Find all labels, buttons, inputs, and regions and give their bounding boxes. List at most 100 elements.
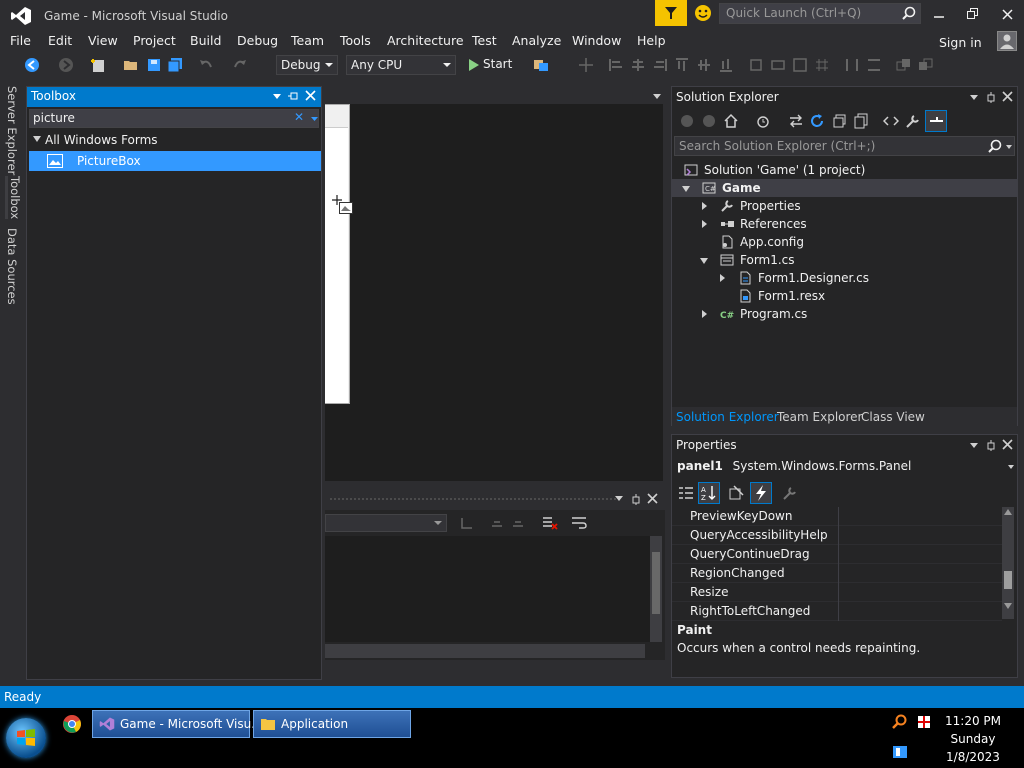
- pending-changes-filter-icon[interactable]: [756, 113, 772, 129]
- collapse-all-icon[interactable]: [832, 113, 848, 129]
- properties-wrench-icon[interactable]: [905, 113, 921, 129]
- solution-config-dropdown[interactable]: Debug: [276, 55, 338, 75]
- menu-build[interactable]: Build: [190, 33, 221, 48]
- alphabetical-icon[interactable]: AZ: [698, 482, 720, 504]
- pin-icon[interactable]: [985, 439, 997, 451]
- home-icon[interactable]: [723, 113, 739, 129]
- property-row[interactable]: QueryAccessibilityHelp: [672, 526, 1002, 545]
- expander-closed-icon[interactable]: [702, 220, 707, 228]
- sign-in-link[interactable]: Sign in: [939, 35, 982, 50]
- tree-row-references[interactable]: References: [672, 215, 1017, 233]
- scroll-up-icon[interactable]: [1004, 509, 1012, 515]
- undo-icon[interactable]: [198, 57, 214, 73]
- clear-all-icon[interactable]: [542, 515, 558, 531]
- menu-test[interactable]: Test: [472, 33, 497, 48]
- events-lightning-icon[interactable]: [750, 482, 772, 504]
- tree-row-form1[interactable]: Form1.cs: [672, 251, 1017, 269]
- align-tops-icon[interactable]: [674, 57, 690, 73]
- tree-row-app-config[interactable]: App.config: [672, 233, 1017, 251]
- tray-clock[interactable]: 11:20 PM Sunday 1/8/2023: [940, 712, 1006, 766]
- make-same-height-icon[interactable]: [770, 57, 786, 73]
- categorized-icon[interactable]: [678, 485, 694, 501]
- window-position-icon[interactable]: [273, 94, 281, 99]
- menu-team[interactable]: Team: [291, 33, 324, 48]
- menu-analyze[interactable]: Analyze: [512, 33, 561, 48]
- tree-row-program[interactable]: C# Program.cs: [672, 305, 1017, 323]
- pin-icon[interactable]: [630, 493, 642, 505]
- taskbar-button-visual-studio[interactable]: Game - Microsoft Visu...: [92, 710, 263, 738]
- pin-icon[interactable]: [287, 90, 299, 102]
- window-position-icon[interactable]: [970, 443, 978, 448]
- expander-open-icon[interactable]: [700, 258, 708, 264]
- tab-server-explorer[interactable]: Server Explorer: [5, 86, 19, 175]
- search-tray-icon[interactable]: [892, 714, 908, 730]
- clear-search-icon[interactable]: ✕: [294, 110, 306, 124]
- properties-view-icon[interactable]: [728, 485, 744, 501]
- align-lefts-icon[interactable]: [608, 57, 624, 73]
- menu-debug[interactable]: Debug: [237, 33, 278, 48]
- drag-grip[interactable]: [329, 497, 619, 501]
- tab-solution-explorer[interactable]: Solution Explorer: [676, 410, 779, 424]
- refresh-icon[interactable]: [809, 113, 825, 129]
- search-icon[interactable]: [902, 6, 916, 20]
- make-same-width-icon[interactable]: [748, 57, 764, 73]
- window-position-icon[interactable]: [970, 95, 978, 100]
- view-code-icon[interactable]: [883, 113, 899, 129]
- menu-edit[interactable]: Edit: [48, 33, 72, 48]
- expander-closed-icon[interactable]: [702, 310, 707, 318]
- menu-architecture[interactable]: Architecture: [387, 33, 464, 48]
- start-button[interactable]: [6, 718, 46, 758]
- document-menu-icon[interactable]: [653, 94, 661, 99]
- scrollbar-thumb[interactable]: [652, 552, 660, 614]
- menu-window[interactable]: Window: [572, 33, 621, 48]
- designer-canvas[interactable]: [325, 104, 663, 481]
- bring-to-front-icon[interactable]: [896, 57, 912, 73]
- visual-studio-logo-icon[interactable]: [10, 6, 32, 26]
- previous-message-icon[interactable]: [490, 516, 504, 530]
- panel-control[interactable]: [325, 127, 348, 403]
- tree-row-solution[interactable]: Solution 'Game' (1 project): [672, 161, 1017, 179]
- menu-project[interactable]: Project: [133, 33, 176, 48]
- redo-icon[interactable]: [232, 57, 248, 73]
- expander-closed-icon[interactable]: [720, 274, 725, 282]
- tree-row-form1-resx[interactable]: Form1.resx: [672, 287, 1017, 305]
- menu-file[interactable]: File: [10, 33, 31, 48]
- expander-open-icon[interactable]: [682, 186, 690, 192]
- solution-explorer-search-input[interactable]: Search Solution Explorer (Ctrl+;): [674, 136, 1015, 156]
- window-position-icon[interactable]: [615, 496, 623, 501]
- forward-icon[interactable]: [702, 114, 716, 128]
- align-to-grid-icon[interactable]: [578, 57, 594, 73]
- solution-platform-dropdown[interactable]: Any CPU: [346, 55, 456, 75]
- size-to-grid-icon[interactable]: [814, 57, 830, 73]
- menu-tools[interactable]: Tools: [340, 33, 371, 48]
- align-rights-icon[interactable]: [652, 57, 668, 73]
- vertical-spacing-icon[interactable]: [866, 57, 882, 73]
- close-icon[interactable]: [1002, 91, 1013, 102]
- make-same-size-icon[interactable]: [792, 57, 808, 73]
- search-options-icon[interactable]: [310, 110, 319, 127]
- property-row[interactable]: RightToLeftChanged: [672, 602, 1002, 621]
- group-expander-icon[interactable]: [33, 136, 41, 142]
- output-text-area[interactable]: [325, 536, 650, 642]
- tree-row-project[interactable]: C# Game: [672, 179, 1017, 197]
- align-middles-icon[interactable]: [696, 57, 712, 73]
- save-icon[interactable]: [146, 57, 162, 73]
- vertical-scrollbar[interactable]: [650, 536, 662, 642]
- property-row[interactable]: RegionChanged: [672, 564, 1002, 583]
- close-icon[interactable]: [305, 90, 316, 101]
- menu-help[interactable]: Help: [637, 33, 666, 48]
- property-row[interactable]: QueryContinueDrag: [672, 545, 1002, 564]
- property-row[interactable]: Resize: [672, 583, 1002, 602]
- form-surface[interactable]: [325, 104, 350, 404]
- horizontal-spacing-icon[interactable]: [844, 57, 860, 73]
- tab-class-view[interactable]: Class View: [861, 410, 925, 424]
- tree-row-form1-designer[interactable]: Form1.Designer.cs: [672, 269, 1017, 287]
- network-flag-icon[interactable]: [916, 714, 932, 730]
- back-icon[interactable]: [680, 114, 694, 128]
- feedback-smiley-icon[interactable]: [694, 4, 712, 22]
- word-wrap-icon[interactable]: [571, 515, 587, 531]
- scrollbar-thumb[interactable]: [1004, 571, 1012, 589]
- restore-button[interactable]: [962, 4, 984, 24]
- tree-row-properties[interactable]: Properties: [672, 197, 1017, 215]
- align-centers-icon[interactable]: [630, 57, 646, 73]
